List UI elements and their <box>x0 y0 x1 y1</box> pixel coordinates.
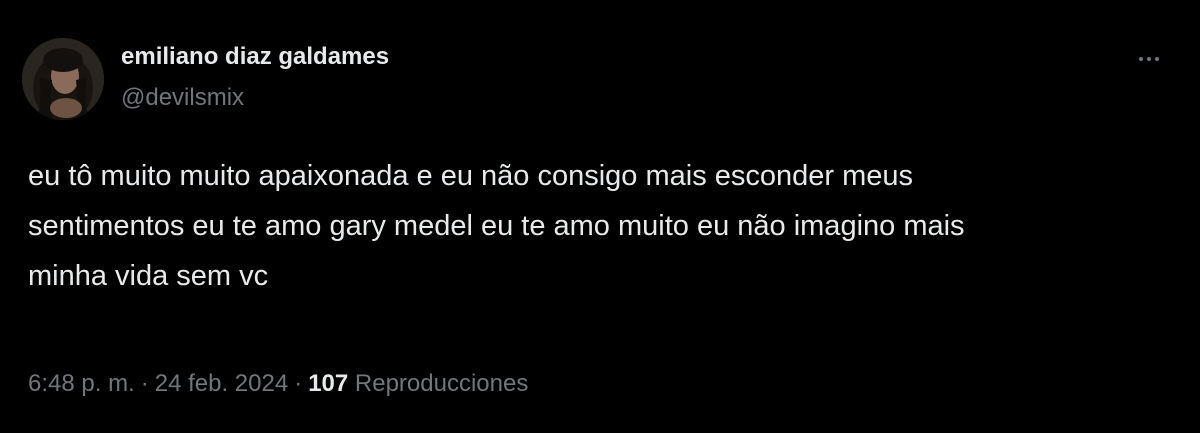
views-label: Reproducciones <box>354 370 529 397</box>
more-options-button[interactable] <box>1127 44 1171 74</box>
meta-separator: · <box>140 370 149 397</box>
tweet-text-line: minha vida sem vc <box>28 260 269 292</box>
avatar[interactable] <box>22 38 104 120</box>
tweet-time[interactable]: 6:48 p. m. <box>28 370 135 397</box>
more-horizontal-icon <box>1147 57 1151 61</box>
views-count: 107 <box>308 370 349 397</box>
tweet-text-line: eu tô muito muito apaixonada e eu não co… <box>28 160 914 192</box>
user-handle[interactable]: @devilsmix <box>121 84 244 112</box>
tweet-text-line: sentimentos eu te amo gary medel eu te a… <box>28 210 965 242</box>
meta-separator: · <box>294 370 303 397</box>
display-name[interactable]: emiliano diaz galdames <box>121 43 389 71</box>
tweet-text: eu tô muito muito apaixonada e eu não co… <box>28 151 1178 301</box>
more-horizontal-icon <box>1139 57 1143 61</box>
tweet-meta: 6:48 p. m. · 24 feb. 2024 · 107 Reproduccion… <box>28 370 528 398</box>
profile-photo <box>22 38 104 120</box>
tweet-date[interactable]: 24 feb. 2024 <box>155 370 288 397</box>
tweet-card: emiliano diaz galdames @devilsmix eu tô … <box>0 0 1200 433</box>
more-horizontal-icon <box>1155 57 1159 61</box>
